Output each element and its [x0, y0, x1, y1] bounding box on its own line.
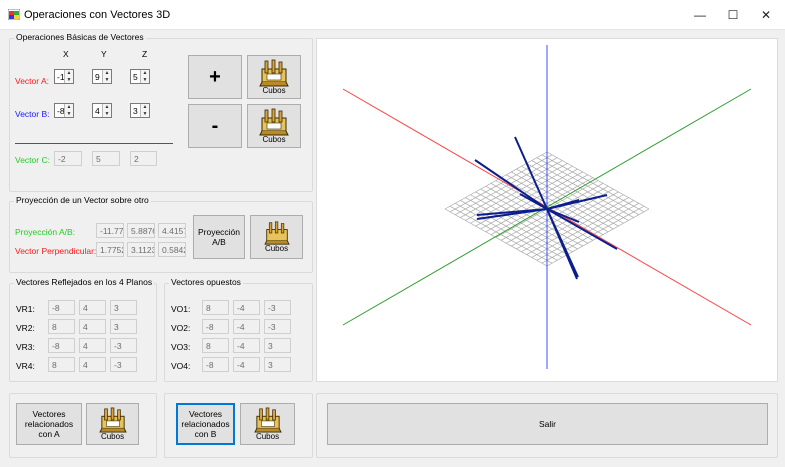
- opposite-value-field: 3: [264, 357, 291, 372]
- opposite-value-field: 8: [202, 338, 229, 353]
- close-button[interactable]: ✕: [747, 0, 785, 30]
- perpendicular-label: Vector Perpendicular:: [15, 246, 97, 256]
- opposite-value-field: -4: [233, 357, 260, 372]
- projection-y-field: 5.8876: [127, 223, 155, 238]
- vector-a-y-stepper[interactable]: 9 ▲ ▼: [92, 69, 112, 84]
- projection-title: Proyección de un Vector sobre otro: [14, 195, 151, 205]
- reflected-row-label: VR2:: [16, 323, 35, 333]
- opposite-value-field: 8: [202, 300, 229, 315]
- reflected-value-field: 3: [110, 300, 137, 315]
- vector-b-x-stepper[interactable]: -8 ▲ ▼: [54, 103, 74, 118]
- vector-a-x-stepper[interactable]: -10▲▼: [54, 69, 74, 84]
- reflected-value-field: -8: [48, 338, 75, 353]
- opposite-row-label: VO1:: [171, 304, 191, 314]
- opposite-row-label: VO4:: [171, 361, 191, 371]
- vector-c-z-field: 2: [130, 151, 157, 166]
- reflected-value-field: 8: [48, 357, 75, 372]
- cubos-icon: Cubos: [98, 407, 127, 442]
- cubos-icon: Cubos: [259, 59, 289, 96]
- related-a-button[interactable]: Vectores relacionados con A: [16, 403, 82, 445]
- opposite-row-label: VO2:: [171, 323, 191, 333]
- opposite-row-label: VO3:: [171, 342, 191, 352]
- opposite-value-field: -8: [202, 319, 229, 334]
- reflected-value-field: -8: [48, 300, 75, 315]
- stepper-arrows-icon[interactable]: ▲ ▼: [140, 70, 149, 83]
- opposite-value-field: -4: [233, 300, 260, 315]
- 3d-plot: [342, 45, 752, 369]
- reflected-value-field: 3: [110, 319, 137, 334]
- related-a-cubos-button[interactable]: Cubos: [86, 403, 139, 445]
- header-x: X: [63, 49, 69, 59]
- vector-c-x-field: -2: [54, 151, 82, 166]
- cubos-icon: Cubos: [263, 221, 290, 254]
- vector-3d-canvas[interactable]: [316, 38, 778, 382]
- opposite-title: Vectores opuestos: [169, 277, 243, 287]
- cubos-icon: Cubos: [259, 108, 289, 145]
- cubos-subtract-button[interactable]: Cubos: [247, 104, 301, 148]
- opposite-value-field: -8: [202, 357, 229, 372]
- reflected-row-label: VR4:: [16, 361, 35, 371]
- perpendicular-x-field: 1.7752: [96, 242, 124, 257]
- vector-c-label: Vector C:: [15, 155, 50, 165]
- projection-label: Proyección A/B:: [15, 227, 76, 237]
- header-z: Z: [142, 49, 148, 59]
- opposite-value-field: -3: [264, 300, 291, 315]
- reflected-row-label: VR1:: [16, 304, 35, 314]
- opposite-value-field: -4: [233, 338, 260, 353]
- add-button[interactable]: +: [188, 55, 242, 99]
- projection-button[interactable]: Proyección A/B: [193, 215, 245, 259]
- stepper-arrows-icon[interactable]: ▲ ▼: [64, 104, 73, 117]
- opposite-value-field: -4: [233, 319, 260, 334]
- subtract-button[interactable]: -: [188, 104, 242, 148]
- reflected-value-field: 8: [48, 319, 75, 334]
- stepper-arrows-icon[interactable]: ▲ ▼: [64, 70, 73, 83]
- opposite-value-field: 3: [264, 338, 291, 353]
- vector-a-label: Vector A:: [15, 76, 50, 86]
- related-b-button[interactable]: Vectores relacionados con B: [176, 403, 235, 445]
- reflected-value-field: 4: [79, 319, 106, 334]
- vector-c-y-field: 5: [92, 151, 120, 166]
- exit-button[interactable]: Salir: [327, 403, 768, 445]
- perpendicular-z-field: 0.5842: [158, 242, 186, 257]
- reflected-value-field: -3: [110, 338, 137, 353]
- reflected-value-field: -3: [110, 357, 137, 372]
- projection-cubos-button[interactable]: Cubos: [250, 215, 303, 259]
- stepper-arrows-icon[interactable]: ▲ ▼: [102, 70, 111, 83]
- reflected-value-field: 4: [79, 300, 106, 315]
- perpendicular-y-field: 3.1123: [127, 242, 155, 257]
- stepper-arrows-icon[interactable]: ▲ ▼: [140, 104, 149, 117]
- vector-b-z-stepper[interactable]: 3 ▲ ▼: [130, 103, 150, 118]
- reflected-row-label: VR3:: [16, 342, 35, 352]
- cubos-icon: Cubos: [253, 407, 282, 442]
- vector-a-z-stepper[interactable]: 5 ▲ ▼: [130, 69, 150, 84]
- related-b-cubos-button[interactable]: Cubos: [240, 403, 295, 445]
- opposite-value-field: -3: [264, 319, 291, 334]
- title-bar: Operaciones con Vectores 3D — ☐ ✕: [0, 0, 785, 30]
- vector-b-y-stepper[interactable]: 4 ▲ ▼: [92, 103, 112, 118]
- reflected-value-field: 4: [79, 357, 106, 372]
- reflected-title: Vectores Reflejados en los 4 Planos: [14, 277, 155, 287]
- vector-b-label: Vector B:: [15, 109, 50, 119]
- basic-ops-title: Operaciones Básicas de Vectores: [14, 32, 146, 42]
- projection-x-field: -11.77: [96, 223, 124, 238]
- separator-line: [15, 143, 173, 144]
- header-y: Y: [101, 49, 107, 59]
- cubos-add-button[interactable]: Cubos: [247, 55, 301, 99]
- window-title: Operaciones con Vectores 3D: [24, 9, 171, 21]
- projection-z-field: 4.4157: [158, 223, 186, 238]
- app-icon: [8, 9, 20, 20]
- reflected-value-field: 4: [79, 338, 106, 353]
- stepper-arrows-icon[interactable]: ▲ ▼: [102, 104, 111, 117]
